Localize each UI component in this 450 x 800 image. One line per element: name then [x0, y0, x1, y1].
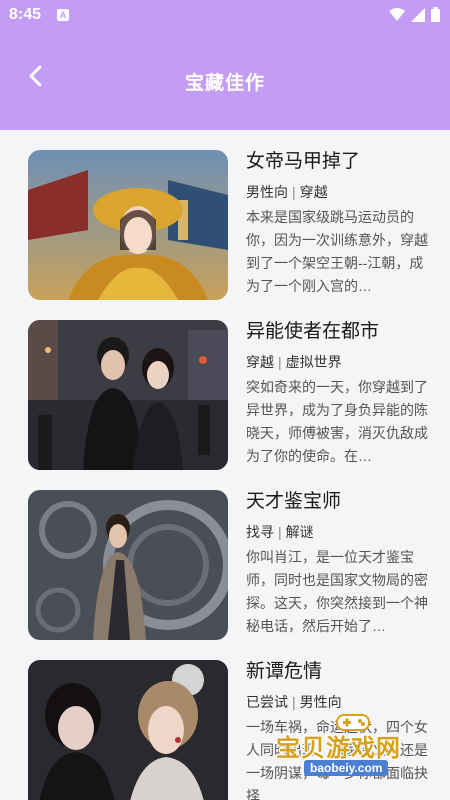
story-tag: 找寻 [246, 524, 274, 540]
signal-icon [411, 7, 425, 27]
story-title: 异能使者在都市 [246, 321, 380, 342]
story-tag: 解谜 [285, 524, 314, 540]
app-bar: 宝藏佳作 [0, 32, 450, 130]
story-card[interactable]: 异能使者在都市 穿越 | 虚拟世界 突如奇来的一天，你穿越到了异世界，成为了身负异能… [28, 320, 428, 470]
story-cover-image [28, 490, 228, 640]
story-tags: 男性向 | 穿越 [246, 184, 328, 200]
watermark: 宝贝游戏网 baobeiy.com [276, 712, 426, 782]
story-tags: 已尝试 | 男性向 [246, 694, 342, 710]
story-card[interactable]: 女帝马甲掉了 男性向 | 穿越 本来是国家级跳马运动员的你，因为一次训练意外，穿越到… [28, 150, 428, 300]
notification-badge: A [57, 9, 69, 21]
story-tags: 找寻 | 解谜 [246, 524, 314, 540]
story-cover-image [28, 320, 228, 470]
wifi-icon [389, 7, 405, 27]
page-title: 宝藏佳作 [184, 73, 265, 94]
story-description: 你叫肖江，是一位天才鉴宝师，同时也是国家文物局的密探。这天，你突然接到一个神秘电… [246, 549, 428, 634]
story-title: 新谭危情 [246, 661, 323, 682]
story-tag: 男性向 [246, 184, 288, 200]
battery-icon [431, 7, 440, 27]
story-list[interactable]: 女帝马甲掉了 男性向 | 穿越 本来是国家级跳马运动员的你，因为一次训练意外，穿越到… [0, 130, 450, 800]
watermark-text: 宝贝游戏网 [276, 735, 401, 762]
story-title: 女帝马甲掉了 [246, 151, 361, 172]
story-tag: 男性向 [299, 694, 342, 710]
story-card[interactable]: 天才鉴宝师 找寻 | 解谜 你叫肖江，是一位天才鉴宝师，同时也是国家文物局的密探。这… [28, 490, 428, 640]
story-cover-image [28, 660, 228, 800]
story-tag: 虚拟世界 [285, 354, 342, 370]
story-description: 突如奇来的一天，你穿越到了异世界，成为了身负异能的陈晓天，师傅被害，消灭仇敌成为… [246, 379, 428, 464]
story-tag: 穿越 [299, 184, 328, 200]
story-title: 天才鉴宝师 [246, 491, 342, 512]
story-cover-image [28, 150, 228, 300]
status-time: 8:45 [9, 6, 42, 23]
story-tag: 穿越 [246, 354, 274, 370]
story-description: 本来是国家级跳马运动员的你，因为一次训练意外，穿越到了一个架空王朝--江朝，成为… [246, 209, 428, 294]
story-tags: 穿越 | 虚拟世界 [246, 354, 342, 370]
story-tag: 已尝试 [246, 694, 288, 710]
status-bar: 8:45 A [0, 0, 450, 32]
watermark-url: baobeiy.com [304, 760, 389, 776]
